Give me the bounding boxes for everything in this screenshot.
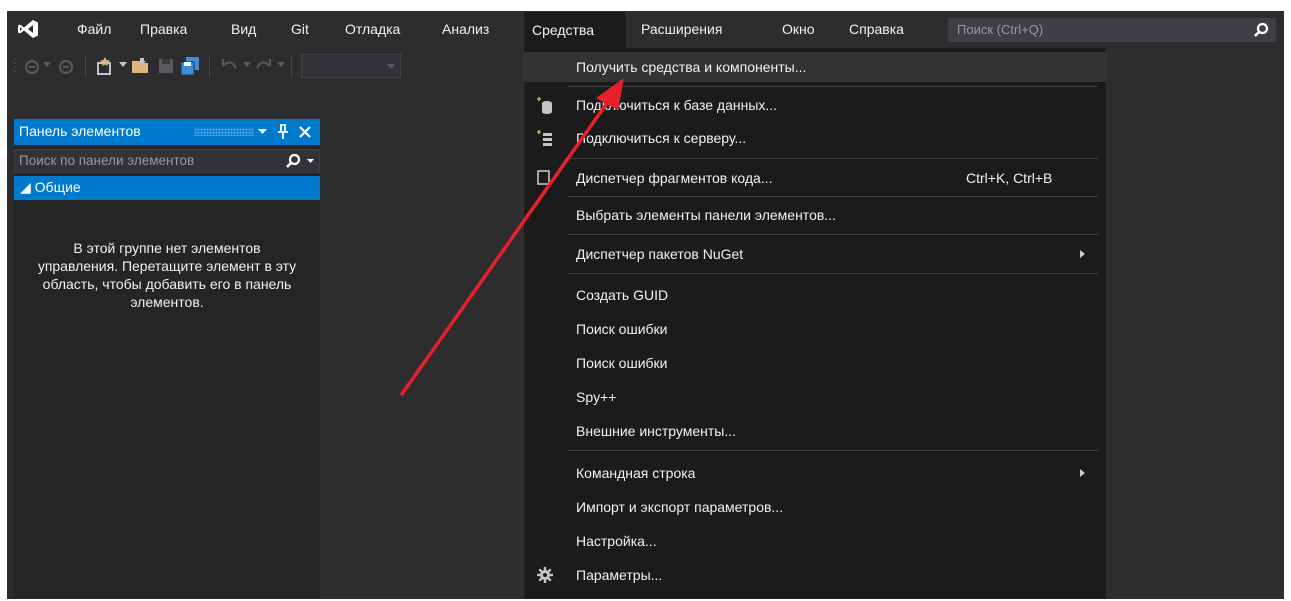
menu-item-label: Spy++ — [576, 389, 617, 405]
gear-icon — [537, 567, 553, 583]
toolbox-drag-grip[interactable] — [194, 128, 254, 136]
toolbox-panel: Панель элементов Поиск по панели элемент… — [14, 119, 320, 599]
search-icon[interactable] — [285, 153, 301, 169]
menu-separator — [568, 450, 1098, 451]
new-project-icon[interactable] — [95, 56, 115, 76]
toolbox-group-label: ◢ Общие — [20, 179, 81, 195]
menu-item-options[interactable]: Параметры... — [524, 560, 1106, 590]
toolbox-group-general[interactable]: ◢ Общие — [14, 176, 320, 200]
menu-item-shortcut: Ctrl+K, Ctrl+B — [966, 170, 1053, 186]
close-icon[interactable] — [299, 126, 311, 138]
navigate-forward-icon[interactable] — [57, 58, 75, 76]
save-all-icon[interactable] — [179, 56, 201, 76]
save-icon[interactable] — [157, 57, 175, 75]
menu-item-label: Получить средства и компоненты... — [576, 59, 807, 75]
standard-toolbar — [7, 48, 523, 84]
toolbar-grip-icon — [14, 58, 16, 72]
menu-item-label: Командная строка — [576, 465, 696, 481]
dropdown-arrow-icon — [387, 64, 395, 69]
quick-search-input[interactable]: Поиск (Ctrl+Q) — [948, 18, 1276, 42]
toolbox-title: Панель элементов — [19, 123, 141, 139]
menu-item-error-lookup[interactable]: Поиск ошибки — [524, 348, 1106, 378]
menu-item-external-tools[interactable]: Внешние инструменты... — [524, 416, 1106, 446]
toolbox-search-input[interactable]: Поиск по панели элементов — [14, 149, 320, 173]
menu-separator — [568, 196, 1098, 197]
menu-item-label: Внешние инструменты... — [576, 423, 737, 439]
solution-configuration-select[interactable] — [301, 54, 401, 78]
menu-file[interactable]: Файл — [69, 11, 119, 48]
toolbar-separator — [85, 56, 86, 78]
menu-item-connect-server[interactable]: Подключиться к серверу... — [524, 123, 1106, 153]
open-file-icon[interactable] — [131, 57, 151, 75]
menu-item-get-tools-and-features[interactable]: Получить средства и компоненты... — [524, 52, 1106, 82]
visual-studio-window: Файл Правка Вид Git Отладка Анализ Средс… — [7, 11, 1284, 599]
toolbox-empty-message: В этой группе нет элементов управления. … — [37, 240, 297, 310]
menu-item-import-export-settings[interactable]: Импорт и экспорт параметров... — [524, 492, 1106, 522]
menu-debug[interactable]: Отладка — [337, 11, 408, 48]
menu-separator — [568, 234, 1098, 235]
menu-item-label: Параметры... — [576, 567, 663, 583]
menu-item-connect-database[interactable]: Подключиться к базе данных... — [524, 90, 1106, 120]
menu-item-label: Диспетчер пакетов NuGet — [576, 246, 744, 262]
visual-studio-logo-icon[interactable] — [17, 19, 39, 39]
menu-git[interactable]: Git — [283, 11, 317, 48]
dropdown-arrow-icon[interactable] — [277, 62, 285, 68]
menu-item-nuget-package-manager[interactable]: Диспетчер пакетов NuGet — [524, 239, 1106, 269]
toolbox-header[interactable]: Панель элементов — [14, 119, 320, 145]
menu-tools[interactable]: Средства — [523, 11, 627, 48]
toolbox-search-placeholder: Поиск по панели элементов — [19, 153, 195, 168]
menu-help[interactable]: Справка — [841, 11, 912, 48]
menu-view[interactable]: Вид — [223, 11, 264, 48]
menu-item-command-line[interactable]: Командная строка — [524, 458, 1106, 488]
snippet-icon — [537, 170, 550, 185]
menu-bar: Файл Правка Вид Git Отладка Анализ Средс… — [7, 11, 1284, 48]
dropdown-arrow-icon[interactable] — [43, 62, 51, 68]
menu-item-label: Подключиться к базе данных... — [576, 97, 778, 113]
server-icon — [537, 130, 552, 146]
navigate-back-icon[interactable] — [23, 58, 41, 76]
menu-item-label: Создать GUID — [576, 287, 669, 303]
toolbar-separator — [209, 56, 210, 78]
quick-search-placeholder: Поиск (Ctrl+Q) — [957, 22, 1044, 37]
window-position-dropdown-icon[interactable] — [258, 129, 267, 135]
menu-item-label: Поиск ошибки — [576, 355, 668, 371]
database-icon — [537, 97, 552, 114]
menu-analyze[interactable]: Анализ — [434, 11, 497, 48]
dropdown-arrow-icon[interactable] — [119, 62, 127, 68]
menu-item-error-lookup[interactable]: Поиск ошибки — [524, 314, 1106, 344]
menu-separator — [568, 158, 1098, 159]
submenu-arrow-icon — [1080, 250, 1085, 258]
undo-icon[interactable] — [217, 56, 239, 76]
menu-item-spy[interactable]: Spy++ — [524, 382, 1106, 412]
tools-menu-dropdown: Получить средства и компоненты... Подклю… — [523, 48, 1107, 599]
menu-window[interactable]: Окно — [774, 11, 823, 48]
menu-edit[interactable]: Правка — [132, 11, 195, 48]
menu-item-customize[interactable]: Настройка... — [524, 526, 1106, 556]
search-options-dropdown-icon[interactable] — [307, 159, 314, 164]
menu-item-label: Настройка... — [576, 533, 657, 549]
menu-item-choose-toolbox-items[interactable]: Выбрать элементы панели элементов... — [524, 200, 1106, 230]
search-icon[interactable] — [1253, 22, 1269, 38]
menu-separator — [568, 273, 1098, 274]
menu-separator — [568, 86, 1098, 87]
pin-icon[interactable] — [278, 124, 288, 140]
menu-item-label: Поиск ошибки — [576, 321, 668, 337]
menu-item-label: Импорт и экспорт параметров... — [576, 499, 784, 515]
menu-item-label: Подключиться к серверу... — [576, 130, 747, 146]
menu-extensions[interactable]: Расширения — [633, 11, 730, 48]
submenu-arrow-icon — [1080, 469, 1085, 477]
menu-item-code-snippets-manager[interactable]: Диспетчер фрагментов кода... Ctrl+K, Ctr… — [524, 163, 1106, 193]
toolbar-separator — [291, 56, 292, 78]
menu-item-create-guid[interactable]: Создать GUID — [524, 280, 1106, 310]
menu-item-label: Диспетчер фрагментов кода... — [576, 170, 773, 186]
redo-icon[interactable] — [255, 56, 275, 76]
dropdown-arrow-icon[interactable] — [243, 62, 251, 68]
menu-item-label: Выбрать элементы панели элементов... — [576, 207, 836, 223]
